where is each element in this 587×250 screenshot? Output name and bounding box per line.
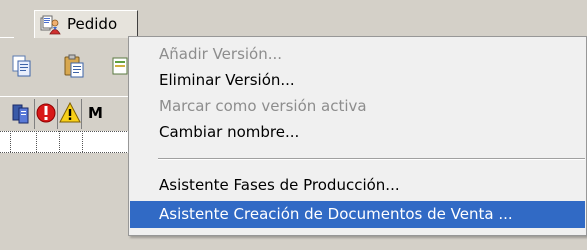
tab-strip: Pedido bbox=[0, 0, 587, 38]
menu-item-label: Asistente Fases de Producción... bbox=[159, 176, 400, 194]
grid-cell-divider bbox=[82, 131, 83, 153]
menu-item-add-version[interactable]: Añadir Versión... bbox=[130, 42, 585, 66]
menu-item-mark-active-version[interactable]: Marcar como versión activa bbox=[130, 94, 585, 118]
tab-label: Pedido bbox=[67, 15, 118, 33]
error-icon bbox=[35, 103, 58, 131]
tab-strip-edge bbox=[0, 37, 14, 38]
export-icon bbox=[110, 57, 128, 80]
menu-item-rename[interactable]: Cambiar nombre... bbox=[130, 120, 585, 144]
copy-button[interactable] bbox=[10, 52, 36, 80]
data-grid: M bbox=[0, 96, 128, 166]
menu-item-label: Marcar como versión activa bbox=[159, 97, 367, 115]
order-icon bbox=[40, 15, 62, 35]
menu-item-label: Eliminar Versión... bbox=[159, 71, 295, 89]
warning-icon bbox=[58, 101, 82, 131]
paste-button[interactable] bbox=[62, 52, 88, 80]
grid-column-partial-text: M bbox=[88, 104, 103, 122]
grid-column-error[interactable] bbox=[35, 99, 58, 129]
menu-separator bbox=[158, 158, 585, 160]
copy-icon bbox=[10, 55, 36, 84]
grid-row[interactable] bbox=[0, 131, 128, 153]
app-window: Pedido M Añadir Versión... Eliminar Vers… bbox=[0, 0, 587, 250]
grid-cell-divider bbox=[36, 131, 37, 153]
grid-column-warning[interactable] bbox=[58, 99, 82, 129]
menu-item-delete-version[interactable]: Eliminar Versión... bbox=[130, 68, 585, 92]
grid-cell-divider bbox=[59, 131, 60, 153]
grid-column-document[interactable] bbox=[10, 99, 35, 129]
grid-column-partial[interactable]: M bbox=[82, 99, 128, 129]
export-button[interactable] bbox=[110, 52, 128, 80]
menu-item-label: Añadir Versión... bbox=[159, 45, 283, 63]
paste-icon bbox=[62, 54, 88, 84]
toolbar bbox=[0, 52, 128, 82]
grid-cell-divider bbox=[10, 131, 11, 153]
tab-pedido[interactable]: Pedido bbox=[34, 10, 138, 38]
menu-item-label: Asistente Creación de Documentos de Vent… bbox=[159, 205, 513, 223]
menu-item-label: Cambiar nombre... bbox=[159, 123, 300, 141]
grid-header: M bbox=[0, 96, 128, 130]
grid-row-border bbox=[0, 131, 128, 132]
document-icon bbox=[10, 104, 34, 131]
context-menu: Añadir Versión... Eliminar Versión... Ma… bbox=[128, 36, 587, 236]
grid-row-border bbox=[0, 152, 128, 153]
menu-item-production-phases-wizard[interactable]: Asistente Fases de Producción... bbox=[130, 173, 585, 197]
menu-item-sales-documents-wizard[interactable]: Asistente Creación de Documentos de Vent… bbox=[130, 201, 585, 228]
